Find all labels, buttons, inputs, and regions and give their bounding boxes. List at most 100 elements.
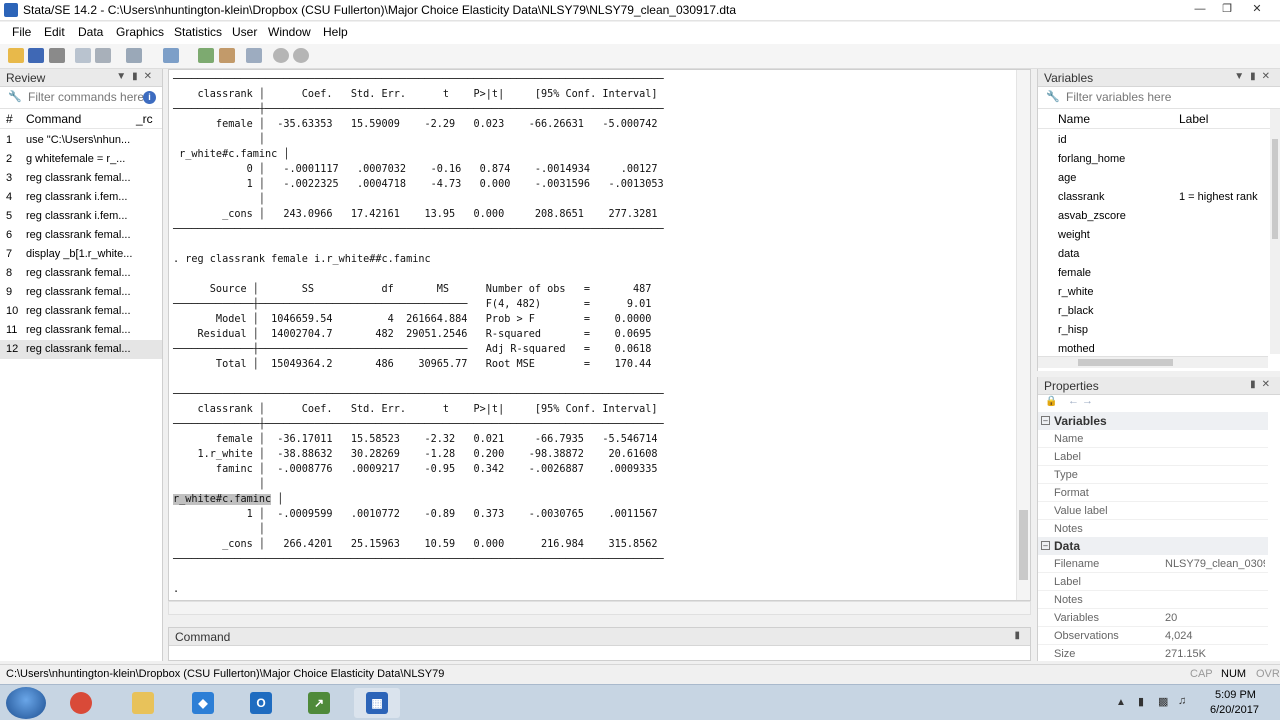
maximize-button[interactable]: ❐ [1214,2,1240,16]
taskbar-chrome[interactable] [58,688,104,718]
review-item[interactable]: 11 reg classrank femal... [0,321,162,340]
data-editor-icon[interactable] [198,48,214,63]
results-block-2: 1 │ -.0009599 .0010772 -0.89 0.373 -.003… [173,509,664,595]
do-file-editor-icon[interactable] [163,48,179,63]
battery-icon[interactable]: ▮ [1138,695,1144,708]
review-item[interactable]: 9 reg classrank femal... [0,283,162,302]
variables-filter-input[interactable]: Filter variables here [1066,90,1171,104]
save-icon[interactable] [28,48,44,63]
command-panel[interactable]: Command ▮ [168,627,1031,661]
minimize-button[interactable]: — [1187,2,1213,16]
results-output: ────────────────────────────────────────… [173,74,664,595]
taskbar-stata[interactable]: ▦ [354,688,400,718]
wrench-icon[interactable]: 🔧 [8,90,22,103]
col-name[interactable]: Name [1058,112,1090,126]
properties-section-variables[interactable]: – Variables [1038,412,1268,430]
property-row: Value label [1038,502,1268,520]
more-icon[interactable] [273,48,289,63]
taskbar-file-explorer[interactable] [120,688,166,718]
menu-bar: File Edit Data Graphics Statistics User … [0,22,1280,44]
command-pin-icon[interactable]: ▮ [1014,630,1026,641]
lock-icon[interactable]: 🔒 [1045,396,1057,407]
variable-row[interactable]: female [1038,264,1268,283]
review-filter-input[interactable]: Filter commands here [28,90,144,104]
review-filter[interactable]: 🔧 Filter commands here i [0,87,162,109]
window-title: Stata/SE 14.2 - C:\Users\nhuntington-kle… [23,3,737,17]
clock-date[interactable]: 6/20/2017 [1210,704,1259,716]
wrench-icon[interactable]: 🔧 [1046,90,1060,103]
network-icon[interactable]: ▩ [1158,695,1168,708]
review-item[interactable]: 1 use "C:\Users\nhun... [0,131,162,150]
col-command[interactable]: Command [26,112,81,126]
tray-up-arrow-icon[interactable]: ▲ [1116,697,1126,708]
graph-icon[interactable] [126,48,142,63]
col-number[interactable]: # [6,112,13,126]
variables-horizontal-scrollbar[interactable] [1038,356,1268,368]
menu-file[interactable]: File [12,25,31,39]
info-icon[interactable]: i [143,91,156,104]
print-icon[interactable] [49,48,65,63]
variable-row[interactable]: r_white [1038,283,1268,302]
scroll-thumb[interactable] [1272,139,1278,239]
variable-row[interactable]: age [1038,169,1268,188]
variable-row[interactable]: forlang_home [1038,150,1268,169]
current-directory: C:\Users\nhuntington-klein\Dropbox (CSU … [6,668,445,680]
log-icon[interactable] [75,48,91,63]
menu-graphics[interactable]: Graphics [116,25,164,39]
col-rc[interactable]: _rc [136,112,153,126]
review-item[interactable]: 7 display _b[1.r_white... [0,245,162,264]
variable-row[interactable]: weight [1038,226,1268,245]
variable-row[interactable]: asvab_zscore [1038,207,1268,226]
variables-filter[interactable]: 🔧 Filter variables here [1038,87,1280,109]
taskbar-outlook[interactable]: O [238,688,284,718]
close-button[interactable]: ✕ [1244,2,1270,16]
scroll-thumb[interactable] [1019,510,1028,580]
property-row: Name [1038,430,1268,448]
properties-section-data[interactable]: – Data [1038,537,1268,555]
col-label[interactable]: Label [1179,112,1208,126]
clock-time[interactable]: 5:09 PM [1215,689,1256,701]
variables-manager-icon[interactable] [246,48,262,63]
review-item[interactable]: 5 reg classrank i.fem... [0,207,162,226]
results-vertical-scrollbar[interactable] [1016,70,1030,600]
variable-row[interactable]: data [1038,245,1268,264]
review-item[interactable]: 10 reg classrank femal... [0,302,162,321]
taskbar-dropbox[interactable]: ◆ [180,688,226,718]
variable-row[interactable]: r_hisp [1038,321,1268,340]
back-arrow-icon[interactable]: ← [1068,395,1079,407]
review-item[interactable]: 8 reg classrank femal... [0,264,162,283]
menu-statistics[interactable]: Statistics [174,25,222,39]
review-panel-tools[interactable]: ▼▮✕ [116,71,158,82]
variable-row[interactable]: classrank 1 = highest rank [1038,188,1268,207]
highlighted-selection[interactable]: r_white#c.faminc [173,494,272,505]
volume-icon[interactable]: ♫ [1178,695,1186,707]
scroll-thumb[interactable] [1078,359,1173,366]
variable-row[interactable]: id [1038,131,1268,150]
review-item[interactable]: 3 reg classrank femal... [0,169,162,188]
menu-window[interactable]: Window [268,25,311,39]
variable-row[interactable]: r_black [1038,302,1268,321]
start-button[interactable] [6,687,46,719]
review-item[interactable]: 2g whitefemale = r_... [0,150,162,169]
menu-data[interactable]: Data [78,25,103,39]
collapse-icon: – [1041,416,1050,425]
menu-user[interactable]: User [232,25,257,39]
review-item[interactable]: 6 reg classrank femal... [0,226,162,245]
variables-panel-tools[interactable]: ▼▮✕ [1234,71,1276,82]
taskbar-chart-app[interactable]: ↗ [296,688,342,718]
menu-help[interactable]: Help [323,25,348,39]
break-icon[interactable] [293,48,309,63]
taskbar: ◆ O ↗ ▦ ▲ ▮ ▩ ♫ 5:09 PM 6/20/2017 [0,684,1280,720]
review-item-selected[interactable]: 12 reg classrank femal... [0,340,162,359]
results-horizontal-scrollbar[interactable] [168,601,1031,615]
forward-arrow-icon[interactable]: → [1082,395,1093,407]
open-icon[interactable] [8,48,24,63]
data-browser-icon[interactable] [219,48,235,63]
results-window[interactable]: ────────────────────────────────────────… [168,69,1031,601]
properties-panel-tools[interactable]: ▮✕ [1250,379,1276,390]
review-item[interactable]: 4 reg classrank i.fem... [0,188,162,207]
properties-panel: Properties ▮✕ 🔒 ← → – Variables Name Labe… [1037,377,1280,663]
variables-vertical-scrollbar[interactable] [1270,109,1280,354]
viewer-icon[interactable] [95,48,111,63]
menu-edit[interactable]: Edit [44,25,65,39]
